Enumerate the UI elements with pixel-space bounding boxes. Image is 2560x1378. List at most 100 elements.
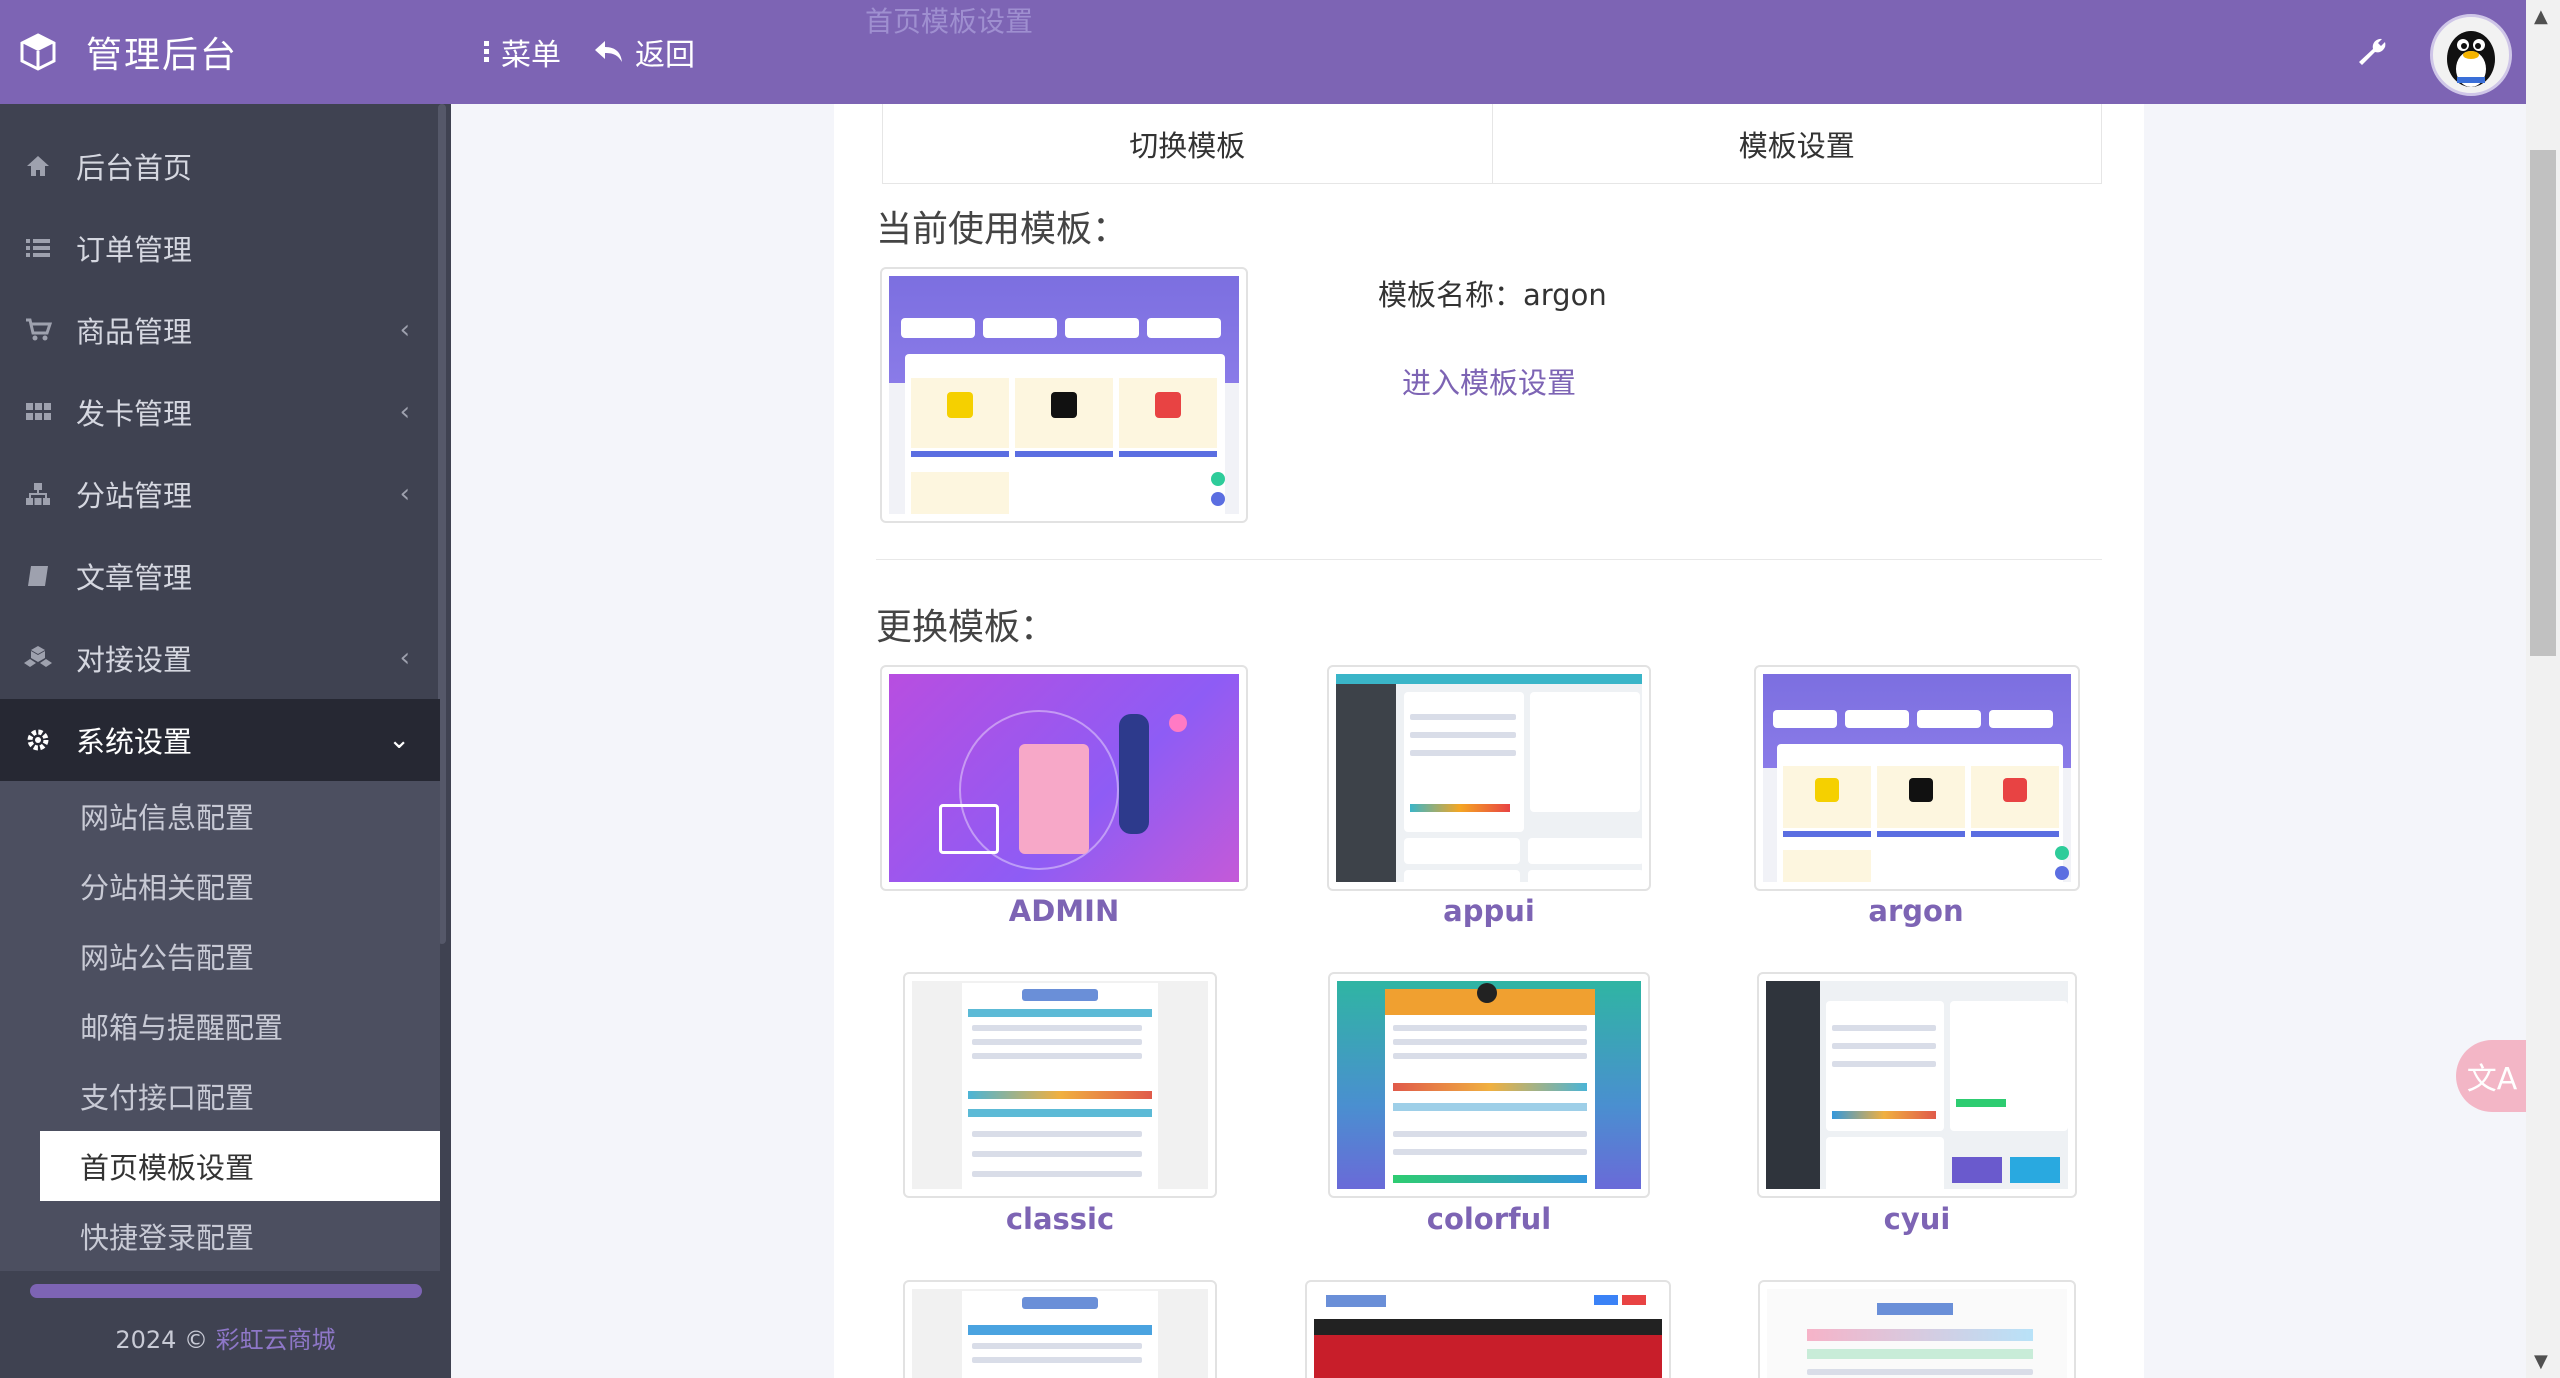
tab-switch-template[interactable]: 切换模板 [883, 104, 1493, 183]
brand-header[interactable]: 管理后台 [0, 0, 451, 104]
enter-template-settings-link[interactable]: 进入模板设置 [1402, 360, 1576, 402]
template-name-admin[interactable]: ADMIN [884, 894, 1244, 928]
preview-row [1393, 1039, 1587, 1045]
template-card-next-3[interactable] [1758, 1280, 2076, 1378]
sitemap-icon [22, 478, 54, 510]
submenu-item-homepage-template[interactable]: 首页模板设置 [40, 1131, 440, 1201]
template-name-argon[interactable]: argon [1736, 894, 2096, 928]
page-scrollbar[interactable]: ▲ ▼ [2526, 0, 2560, 1378]
preview-row [1807, 1369, 2033, 1375]
preview-bar [968, 1109, 1152, 1117]
sidebar-item-orders[interactable]: 订单管理 [0, 207, 440, 289]
cube-logo-icon [20, 33, 56, 71]
scroll-down-arrow-icon[interactable]: ▼ [2534, 1351, 2548, 1372]
preview-person [1119, 714, 1149, 834]
preview-row [972, 1151, 1142, 1157]
preview-row [1393, 1131, 1587, 1137]
translate-icon: 文A [2466, 1062, 2518, 1097]
sidebar-item-docking[interactable]: 对接设置 ‹ [0, 617, 440, 699]
preview-bar [1393, 1175, 1587, 1183]
sidebar-item-cards[interactable]: 发卡管理 ‹ [0, 371, 440, 453]
preview-card [1147, 318, 1221, 338]
chevron-left-icon: ‹ [399, 479, 410, 509]
submenu-item-substation-config[interactable]: 分站相关配置 [0, 851, 440, 921]
sidebar-item-articles[interactable]: 文章管理 [0, 535, 440, 617]
template-card-colorful[interactable] [1328, 972, 1650, 1198]
template-card-admin[interactable] [880, 665, 1248, 891]
template-card-appui[interactable] [1327, 665, 1651, 891]
template-name-colorful[interactable]: colorful [1309, 1202, 1669, 1236]
preview-stat [1528, 838, 1642, 864]
scrollbar-thumb[interactable] [2530, 150, 2556, 656]
template-card-next-1[interactable] [903, 1280, 1217, 1378]
preview-button [1622, 1295, 1646, 1305]
template-tabs: 切换模板 模板设置 [882, 104, 2102, 184]
sidebar-item-substations[interactable]: 分站管理 ‹ [0, 453, 440, 535]
preview-bar [968, 1325, 1152, 1335]
tab-template-settings[interactable]: 模板设置 [1493, 104, 2102, 183]
preview-row [972, 1025, 1142, 1031]
cyui-preview [1766, 981, 2068, 1189]
penguin-avatar-icon [2447, 31, 2495, 87]
preview-row [1832, 1043, 1936, 1049]
grid-icon [22, 396, 54, 428]
preview-row [972, 1343, 1142, 1349]
preview-stat [1952, 1157, 2002, 1183]
classic-variant-preview [912, 1289, 1208, 1378]
preview-banner [1314, 1335, 1662, 1378]
template-name-label: 模板名称：argon [1378, 278, 1607, 312]
chevron-left-icon: ‹ [399, 397, 410, 427]
preview-fab [1211, 492, 1225, 506]
sidebar-item-system-settings[interactable]: 系统设置 ⌄ [0, 699, 440, 781]
sidebar-item-label: 对接设置 [76, 643, 193, 677]
list-icon [22, 232, 54, 264]
footer-link[interactable]: 彩虹云商城 [216, 1326, 336, 1354]
user-avatar[interactable] [2430, 14, 2512, 96]
preview-logo [1326, 1295, 1386, 1307]
back-button[interactable]: 返回 [593, 30, 695, 74]
template-card-cyui[interactable] [1757, 972, 2077, 1198]
scroll-up-arrow-icon[interactable]: ▲ [2534, 6, 2548, 27]
sidebar-horizontal-scrollbar[interactable] [30, 1284, 422, 1298]
preview-sidebar [1766, 981, 1820, 1189]
submenu-item-quick-login[interactable]: 快捷登录配置 [0, 1201, 440, 1271]
preview-button [1971, 831, 2059, 837]
sidebar-item-label: 商品管理 [76, 315, 193, 349]
template-card-next-2[interactable] [1305, 1280, 1671, 1378]
preview-dot [1169, 714, 1187, 732]
preview-nav [1314, 1319, 1662, 1335]
gear-icon [22, 724, 54, 756]
template-name-classic[interactable]: classic [880, 1202, 1240, 1236]
preview-row [1393, 1149, 1587, 1155]
preview-stat [1404, 838, 1520, 864]
submenu-item-site-info[interactable]: 网站信息配置 [0, 781, 440, 851]
preview-button [1119, 451, 1217, 457]
menu-toggle-button[interactable]: 菜单 [481, 30, 561, 74]
preview-button [1877, 831, 1965, 837]
preview-logo [1022, 1297, 1098, 1309]
template-name-cyui[interactable]: cyui [1737, 1202, 2097, 1236]
preview-row [972, 1053, 1142, 1059]
wrench-icon[interactable] [2356, 36, 2388, 68]
preview-avatar [1477, 983, 1497, 1003]
menu-label: 菜单 [501, 38, 561, 73]
preview-button [911, 451, 1009, 457]
preview-bar [1832, 1111, 1936, 1119]
sidebar-item-label: 分站管理 [76, 479, 193, 513]
submenu-item-announcement[interactable]: 网站公告配置 [0, 921, 440, 991]
translate-float-button[interactable]: 文A [2456, 1040, 2528, 1112]
submenu-item-payment[interactable]: 支付接口配置 [0, 1061, 440, 1131]
preview-stat [1404, 870, 1520, 882]
preview-card [1989, 710, 2053, 728]
preview-button [1015, 451, 1113, 457]
sidebar-item-label: 订单管理 [76, 233, 193, 267]
sidebar-item-products[interactable]: 商品管理 ‹ [0, 289, 440, 371]
preview-card [901, 318, 975, 338]
submenu-item-email-alerts[interactable]: 邮箱与提醒配置 [0, 991, 440, 1061]
sidebar-item-dashboard[interactable]: 后台首页 [0, 125, 440, 207]
chevron-left-icon: ‹ [399, 643, 410, 673]
template-card-argon[interactable] [1754, 665, 2080, 891]
template-card-classic[interactable] [903, 972, 1217, 1198]
template-name-appui[interactable]: appui [1309, 894, 1669, 928]
admin-preview [889, 674, 1239, 882]
